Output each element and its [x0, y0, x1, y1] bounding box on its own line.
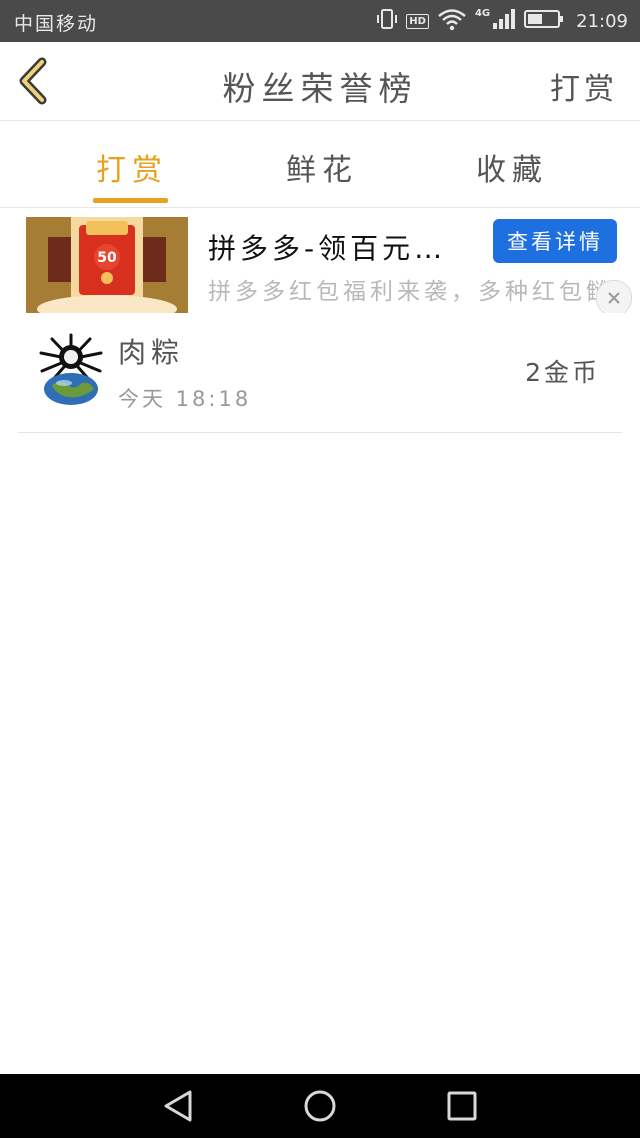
- nav-recents-button[interactable]: [444, 1088, 480, 1124]
- page-title: 粉丝荣誉榜: [222, 69, 418, 108]
- battery-icon: [524, 9, 564, 33]
- ad-close-button[interactable]: [596, 280, 632, 313]
- ad-thumbnail[interactable]: 50: [26, 217, 188, 313]
- tab-flowers[interactable]: 鲜花: [286, 145, 358, 189]
- screen: 中国移动 HD 4G 21:09 粉丝荣誉榜 打赏 打赏 鲜花 收藏 50 拼多…: [0, 0, 640, 1138]
- system-nav-bar: [0, 1074, 640, 1138]
- square-recents-icon: [444, 1091, 480, 1128]
- ad-title[interactable]: 拼多多-领百元…: [208, 227, 446, 267]
- ad-details-button[interactable]: 查看详情: [493, 219, 617, 263]
- triangle-back-icon: [160, 1090, 196, 1128]
- wifi-icon: [437, 7, 467, 35]
- reward-amount: 2金币: [525, 358, 600, 387]
- vibrate-icon: [376, 8, 398, 34]
- close-icon: [597, 292, 631, 313]
- nav-home-button[interactable]: [302, 1088, 338, 1124]
- tab-favorites[interactable]: 收藏: [476, 145, 548, 189]
- signal-icon: [492, 8, 516, 34]
- network-type-label: 4G: [474, 7, 491, 19]
- circle-home-icon: [302, 1090, 338, 1128]
- list-item[interactable]: 肉粽 今天 18:18 2金币: [18, 313, 622, 433]
- active-tab-indicator: [93, 198, 168, 203]
- tab-bar: 打赏 鲜花 收藏: [0, 121, 640, 208]
- status-bar: 中国移动 HD 4G 21:09: [0, 0, 640, 42]
- header: 粉丝荣誉榜 打赏: [0, 42, 640, 121]
- ad-thumb-amount: 50: [97, 250, 117, 266]
- clock: 21:09: [576, 10, 628, 32]
- reward-time: 今天 18:18: [118, 387, 252, 411]
- tab-reward[interactable]: 打赏: [96, 145, 168, 189]
- user-name: 肉粽: [118, 336, 185, 369]
- nav-back-button[interactable]: [160, 1088, 196, 1124]
- hd-badge: HD: [406, 13, 429, 29]
- ad-banner[interactable]: 50 拼多多-领百元… 查看详情 拼多多红包福利来袭，多种红包雠姆君任衆: [0, 209, 640, 313]
- status-icons: HD 4G 21:09: [376, 6, 628, 36]
- ad-description: 拼多多红包福利来袭，多种红包雠姆君任衆: [208, 279, 609, 305]
- avatar[interactable]: [38, 333, 104, 405]
- reward-action-button[interactable]: 打赏: [550, 64, 618, 108]
- carrier-label: 中国移动: [14, 13, 99, 35]
